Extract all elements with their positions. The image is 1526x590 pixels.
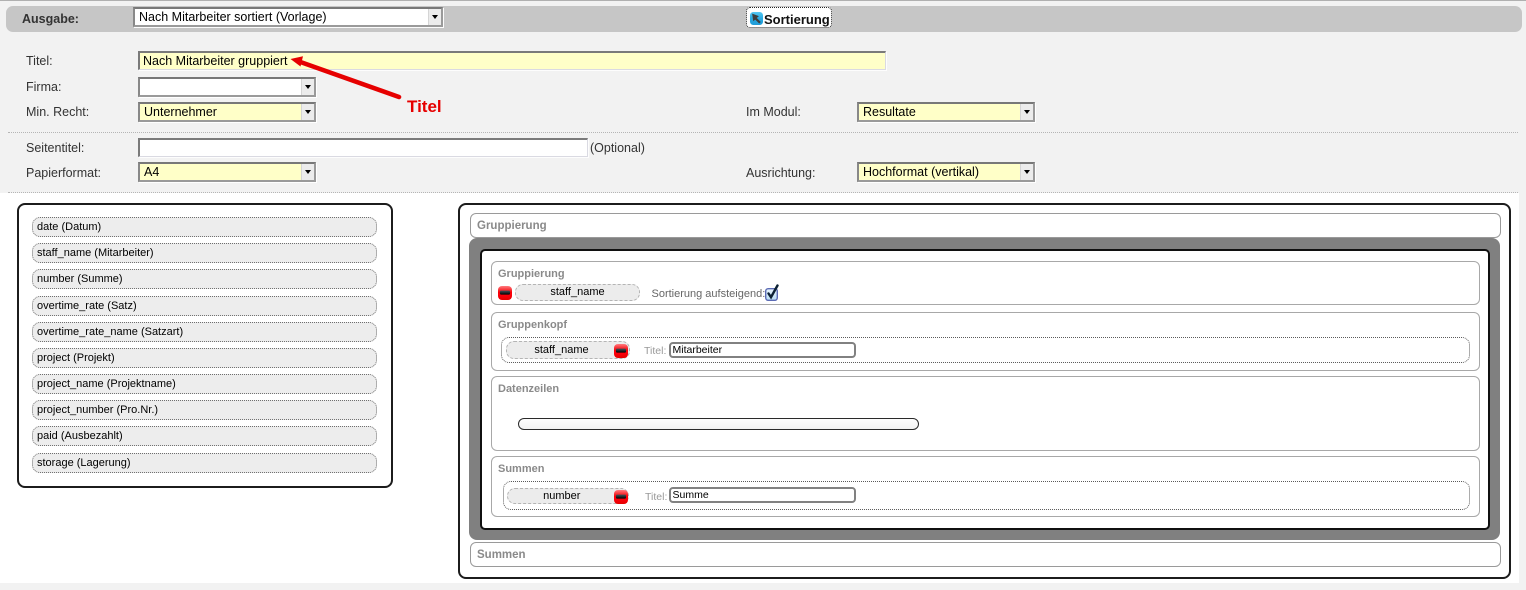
svg-text:Titel: Titel	[407, 97, 442, 116]
